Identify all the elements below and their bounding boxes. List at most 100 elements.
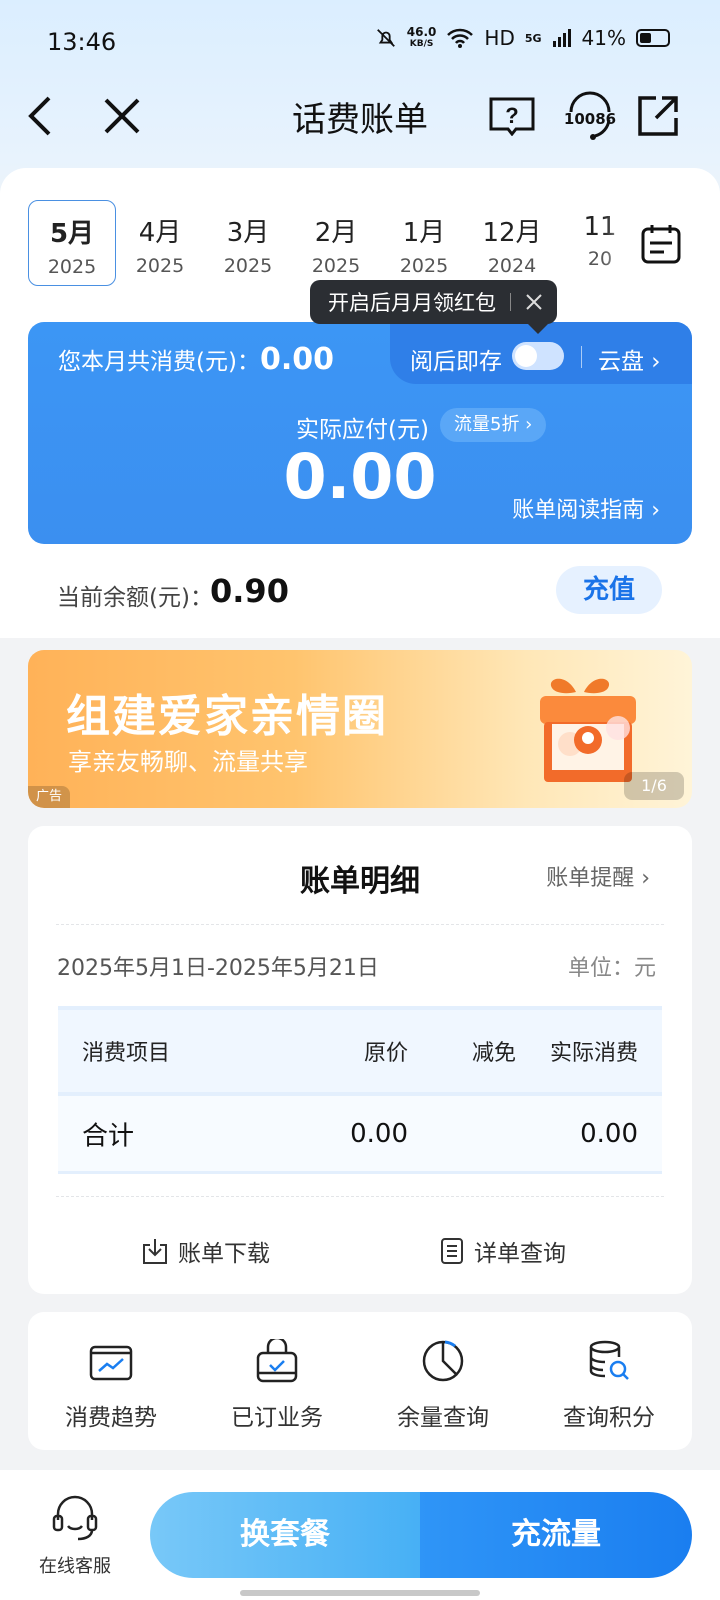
auto-save-toggle[interactable] [512, 342, 564, 370]
bill-detail-card: 账单明细 账单提醒 › 2025年5月1日-2025年5月21日 单位：元 消费… [28, 826, 692, 1294]
tab-year-label: 2025 [47, 256, 97, 278]
flow-discount-badge[interactable]: 流量5折 › [440, 408, 547, 442]
headset-icon [52, 1495, 98, 1541]
calendar-icon [641, 225, 681, 264]
tab-month-label: 5月 [49, 219, 95, 249]
download-label: 账单下载 [178, 1241, 270, 1267]
auto-save-label: 阅后即存 [410, 349, 502, 375]
service-label: 查询积分 [563, 1405, 655, 1431]
service-subscribed[interactable]: 已订业务 [194, 1312, 360, 1450]
trend-icon [89, 1345, 133, 1381]
bill-guide-link[interactable]: 账单阅读指南 › [512, 492, 660, 524]
status-bar: 13:46 46.0 KB/S HD 5G 41% [0, 0, 720, 86]
bill-period: 2025年5月1日-2025年5月21日 [57, 956, 379, 981]
cloud-disk-link[interactable]: 云盘 › [598, 342, 661, 376]
ad-tag: 广告 [28, 786, 70, 808]
net-speed: 46.0 KB/S [406, 25, 437, 49]
tab-month[interactable]: 2月 2025 [292, 200, 380, 286]
tab-year-label: 2025 [223, 255, 273, 277]
total-actual: 0.00 [580, 1118, 638, 1149]
service-trend[interactable]: 消费趋势 [28, 1312, 194, 1450]
bill-remind-link[interactable]: 账单提醒 › [546, 860, 650, 892]
tab-month[interactable]: 1月 2025 [380, 200, 468, 286]
tab-year-label: 20 [587, 248, 613, 270]
points-icon [589, 1340, 629, 1380]
month-spend: 您本月共消费(元)：0.00 [58, 342, 334, 377]
tooltip-divider [510, 293, 511, 311]
bill-amount-card: 您本月共消费(元)：0.00 阅后即存 云盘 › 实际应付(元) 流量5折 › … [28, 322, 692, 544]
divider [56, 924, 664, 925]
help-button[interactable]: ? [484, 88, 540, 144]
tab-month-label: 3月 [226, 218, 270, 248]
calendar-button[interactable] [626, 206, 696, 282]
col-discount: 减免 [471, 1041, 516, 1066]
service-label: 已订业务 [231, 1405, 323, 1431]
recharge-button[interactable]: 充值 [556, 566, 662, 614]
service-grid: 消费趋势 已订业务 余量查询 查询积分 [28, 1312, 692, 1450]
tab-year-label: 2025 [311, 255, 361, 277]
tab-month[interactable]: 3月 2025 [204, 200, 292, 286]
status-time: 13:46 [47, 28, 117, 56]
tab-month[interactable]: 12月 2024 [468, 200, 556, 286]
mute-bell-icon [376, 29, 395, 47]
ad-title: 组建爱家亲情圈 [66, 691, 388, 742]
cloud-divider [581, 346, 582, 368]
tab-year-label: 2024 [487, 255, 537, 277]
tooltip-text: 开启后月月领红包 [328, 291, 496, 315]
service-points[interactable]: 查询积分 [526, 1312, 692, 1450]
balance-pie-icon [422, 1340, 464, 1382]
online-service-label: 在线客服 [39, 1556, 111, 1577]
hd-label: HD [484, 26, 515, 50]
table-header: 消费项目 原价 减免 实际消费 [58, 1006, 662, 1096]
col-actual: 实际消费 [549, 1041, 638, 1066]
signal-icon [552, 29, 571, 47]
month-tabs: 5月 2025 4月 2025 3月 2025 2月 2025 1月 2025 12月 2024 11 2… [28, 200, 628, 286]
tab-month-label: 4月 [138, 218, 182, 248]
help-icon: ? [489, 97, 535, 136]
svg-text:?: ? [505, 103, 518, 128]
tab-year-label: 2025 [135, 255, 185, 277]
ad-banner[interactable]: 组建爱家亲情圈 享亲友畅聊、流量共享 广告 1/6 [28, 650, 692, 808]
ad-page-indicator: 1/6 [624, 772, 684, 800]
col-original: 原价 [363, 1041, 408, 1066]
document-list-icon [441, 1238, 463, 1264]
total-label: 合计 [82, 1121, 135, 1151]
service-label: 消费趋势 [65, 1405, 157, 1431]
download-icon [143, 1239, 167, 1264]
tab-month-label: 2月 [314, 218, 358, 248]
tab-month[interactable]: 4月 2025 [116, 200, 204, 286]
col-item: 消费项目 [82, 1041, 171, 1066]
buy-data-button[interactable]: 充流量 [420, 1492, 692, 1578]
currency-unit: 单位：元 [567, 956, 656, 981]
home-indicator[interactable] [240, 1590, 480, 1596]
subscribed-icon [256, 1339, 298, 1383]
share-button[interactable] [630, 88, 686, 144]
wifi-icon [447, 28, 474, 48]
share-icon [638, 96, 678, 136]
detail-query-button[interactable]: 详单查询 [440, 1234, 566, 1268]
month-spend-value: 0.00 [259, 342, 334, 377]
tab-month-label: 11 [583, 212, 617, 242]
tooltip-close-icon[interactable] [525, 293, 543, 311]
ad-subtitle: 享亲友畅聊、流量共享 [68, 748, 308, 776]
service-hotline-button[interactable]: 10086 [560, 88, 620, 144]
header: 话费账单 ? 10086 [0, 80, 720, 160]
tab-year-label: 2025 [399, 255, 449, 277]
bill-download-button[interactable]: 账单下载 [142, 1234, 270, 1268]
tab-month[interactable]: 5月 2025 [28, 200, 116, 286]
hotline-number: 10086 [563, 110, 617, 128]
status-icons: 46.0 KB/S HD 5G 41% [375, 26, 670, 50]
signal-label: 5G [524, 31, 542, 45]
service-label: 余量查询 [397, 1405, 489, 1431]
change-plan-button[interactable]: 换套餐 [150, 1492, 420, 1578]
actual-pay-label: 实际应付(元) [296, 417, 429, 443]
tab-month[interactable]: 11 20 [556, 200, 628, 286]
tab-month-label: 1月 [402, 218, 446, 248]
balance-label: 当前余额(元)： [57, 585, 213, 611]
balance-value: 0.90 [210, 572, 289, 610]
service-balance[interactable]: 余量查询 [360, 1312, 526, 1450]
online-service-button[interactable]: 在线客服 [30, 1494, 120, 1578]
table-row: 合计 0.00 0.00 [58, 1096, 662, 1174]
bill-table: 消费项目 原价 减免 实际消费 合计 0.00 0.00 [58, 1006, 662, 1174]
total-original: 0.00 [350, 1118, 408, 1149]
